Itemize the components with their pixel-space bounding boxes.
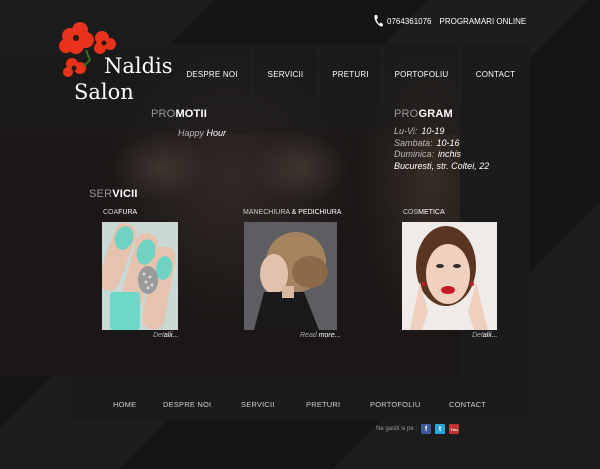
- details-link[interactable]: Detalii...: [153, 332, 178, 339]
- footer-item-contact[interactable]: CONTACT: [449, 400, 486, 409]
- footer-item-servicii[interactable]: SERVICII: [241, 400, 275, 409]
- header-contact: 0764361076 PROGRAMARI ONLINE: [373, 14, 526, 28]
- footer-item-portofoliu[interactable]: PORTOFOLIU: [370, 400, 420, 409]
- logo-text-line2: Salon: [74, 80, 134, 104]
- service-image-hairstyle[interactable]: [244, 222, 337, 330]
- nav-item-portofoliu[interactable]: PORTOFOLIU: [382, 46, 460, 102]
- schedule-row: Sambata: 10-16: [394, 137, 460, 148]
- schedule-title: PROGRAM: [394, 108, 453, 120]
- social-links: Ne gasiti si pe : f t You: [376, 424, 460, 434]
- nav-item-preturi[interactable]: PRETURI: [318, 46, 382, 102]
- promotions-title: PROMOTII: [151, 108, 207, 120]
- footer-item-despre-noi[interactable]: DESPRE NOI: [163, 400, 211, 409]
- salon-logo[interactable]: Naldis Salon: [56, 20, 176, 110]
- facebook-icon[interactable]: f: [421, 424, 432, 434]
- footer-item-preturi[interactable]: PRETURI: [306, 400, 340, 409]
- logo-text-line1: Naldis: [104, 54, 173, 78]
- service-image-nails[interactable]: [102, 222, 178, 330]
- twitter-icon[interactable]: t: [435, 424, 446, 434]
- schedule-row: Lu-Vi: 10-19: [394, 126, 445, 136]
- schedule-row: Duminica: inchis: [394, 149, 462, 159]
- address: Bucuresti, str. Coltei, 22: [394, 160, 490, 171]
- footer-item-home[interactable]: HOME: [113, 400, 136, 409]
- main-nav: DESPRE NOI SERVICII PRETURI PORTOFOLIU C…: [172, 46, 530, 102]
- phone-icon: [374, 15, 383, 27]
- schedule: Lu-Vi: 10-19 Sambata: 10-16 Duminica: inchi…: [394, 126, 489, 172]
- phone-number[interactable]: 0764361076: [387, 17, 432, 26]
- services-title: SERVICII: [89, 188, 138, 200]
- service-title-cosmetica[interactable]: COSMETICA: [403, 209, 445, 216]
- read-more-link[interactable]: Read more...: [300, 332, 340, 339]
- nav-item-contact[interactable]: CONTACT: [460, 46, 530, 102]
- promotion-text[interactable]: Happy Hour: [178, 128, 226, 138]
- service-title-coafura[interactable]: COAFURA: [103, 209, 137, 216]
- service-image-cosmetics[interactable]: [402, 222, 497, 330]
- youtube-icon[interactable]: You: [449, 424, 460, 434]
- nav-item-servicii[interactable]: SERVICII: [252, 46, 318, 102]
- social-label: Ne gasiti si pe :: [376, 426, 418, 432]
- nav-item-despre-noi[interactable]: DESPRE NOI: [172, 46, 252, 102]
- online-booking-link[interactable]: PROGRAMARI ONLINE: [440, 17, 527, 26]
- service-title-manichiura[interactable]: MANECHIURA & PEDICHIURA: [243, 209, 341, 216]
- details-link[interactable]: Detalii...: [472, 332, 497, 339]
